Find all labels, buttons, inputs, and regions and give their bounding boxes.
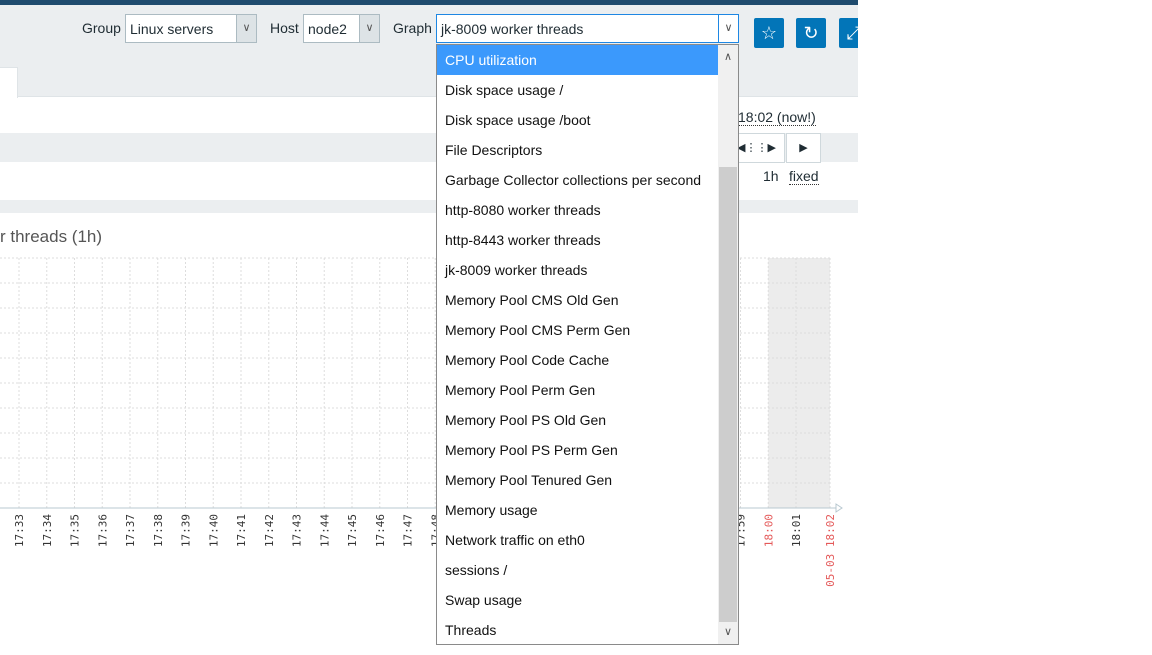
x-tick-label: 17:45	[346, 514, 359, 547]
group-label: Group	[82, 20, 121, 36]
chevron-down-icon: ∨	[236, 15, 256, 42]
group-select[interactable]: Linux servers ∨	[125, 14, 257, 43]
tab[interactable]	[0, 67, 18, 98]
x-tick-label: 17:40	[207, 514, 220, 547]
x-tick-label: 18:01	[790, 514, 803, 547]
dropdown-option[interactable]: jk-8009 worker threads	[437, 255, 718, 285]
dropdown-option[interactable]: http-8443 worker threads	[437, 225, 718, 255]
play-right-icon: ▶	[799, 142, 808, 154]
graph-select[interactable]: jk-8009 worker threads ∨	[436, 14, 739, 43]
x-tick-label: 17:34	[41, 514, 54, 547]
chevron-down-icon: ∨	[359, 15, 379, 42]
chevron-up-icon[interactable]: ∧	[718, 47, 738, 67]
graph-title: r threads (1h)	[0, 227, 103, 246]
dropdown-option[interactable]: Memory Pool Code Cache	[437, 345, 718, 375]
dropdown-option[interactable]: Memory Pool Tenured Gen	[437, 465, 718, 495]
x-tick-label: 17:44	[318, 514, 331, 547]
x-tick-label: 17:43	[291, 514, 304, 547]
dropdown-scrollbar[interactable]: ∧ ∨	[718, 45, 738, 644]
highlighted-option-label: CPU utilization	[445, 52, 537, 68]
dropdown-option[interactable]: Memory Pool PS Perm Gen	[437, 435, 718, 465]
period-value: 1h	[763, 168, 779, 184]
chevron-down-icon: ∨	[718, 15, 738, 42]
dropdown-option[interactable]: Memory Pool CMS Perm Gen	[437, 315, 718, 345]
dropdown-option[interactable]: Memory usage	[437, 495, 718, 525]
dropdown-option[interactable]: File Descriptors	[437, 135, 718, 165]
dropdown-option[interactable]: Swap usage	[437, 585, 718, 615]
axis-arrow-icon	[835, 503, 843, 513]
dropdown-option[interactable]: Threads	[437, 615, 718, 645]
dropdown-option[interactable]: http-8080 worker threads	[437, 195, 718, 225]
x-tick-label: 17:35	[69, 514, 82, 547]
dropdown-option-highlighted[interactable]: CPU utilization	[437, 45, 718, 75]
host-value: node2	[308, 21, 347, 37]
graph-value: jk-8009 worker threads	[441, 21, 584, 37]
fullscreen-button[interactable]: ⤢	[839, 18, 858, 48]
x-tick-label: 17:47	[402, 514, 415, 547]
dropdown-option[interactable]: Garbage Collector collections per second	[437, 165, 718, 195]
chevron-down-icon[interactable]: ∨	[718, 622, 738, 642]
graph-dropdown-list: ∧ ∨ CPU utilization Disk space usage / Dis…	[436, 44, 739, 645]
dropdown-option[interactable]: Disk space usage /boot	[437, 105, 718, 135]
x-tick-label: 17:41	[235, 514, 248, 547]
dropdown-option[interactable]: Memory Pool PS Old Gen	[437, 405, 718, 435]
x-tick-label: 17:33	[13, 514, 26, 547]
dropdown-option[interactable]: Network traffic on eth0	[437, 525, 718, 555]
fixed-toggle[interactable]: fixed	[789, 168, 819, 185]
host-select[interactable]: node2 ∨	[303, 14, 380, 43]
fullscreen-icon: ⤢	[846, 23, 858, 43]
dropdown-option[interactable]: sessions /	[437, 555, 718, 585]
scroll-arrows-icon: ◀⋮⋮▶	[737, 142, 776, 154]
x-tick-label: 17:42	[263, 514, 276, 547]
star-icon: ☆	[760, 23, 778, 43]
group-value: Linux servers	[130, 21, 214, 37]
dropdown-option[interactable]: Disk space usage /	[437, 75, 718, 105]
favorite-button[interactable]: ☆	[754, 18, 784, 48]
dropdown-option[interactable]: Memory Pool Perm Gen	[437, 375, 718, 405]
graph-label: Graph	[393, 20, 432, 36]
x-tick-label: 17:46	[374, 514, 387, 547]
x-tick-label: 17:37	[124, 514, 137, 547]
x-tick-label: 17:38	[152, 514, 165, 547]
x-tick-label: 17:36	[96, 514, 109, 547]
next-period-button[interactable]: ▶	[786, 133, 821, 163]
refresh-icon: ↻	[803, 23, 819, 43]
x-tick-label: 17:39	[180, 514, 193, 547]
now-time-link[interactable]: 18:02 (now!)	[738, 109, 816, 126]
dropdown-option[interactable]: Memory Pool CMS Old Gen	[437, 285, 718, 315]
x-end-label: 05-03 18:02	[824, 514, 837, 587]
refresh-button[interactable]: ↻	[796, 18, 826, 48]
x-tick-label: 18:00	[762, 514, 775, 547]
scrollbar-thumb[interactable]	[719, 167, 737, 622]
host-label: Host	[270, 20, 299, 36]
